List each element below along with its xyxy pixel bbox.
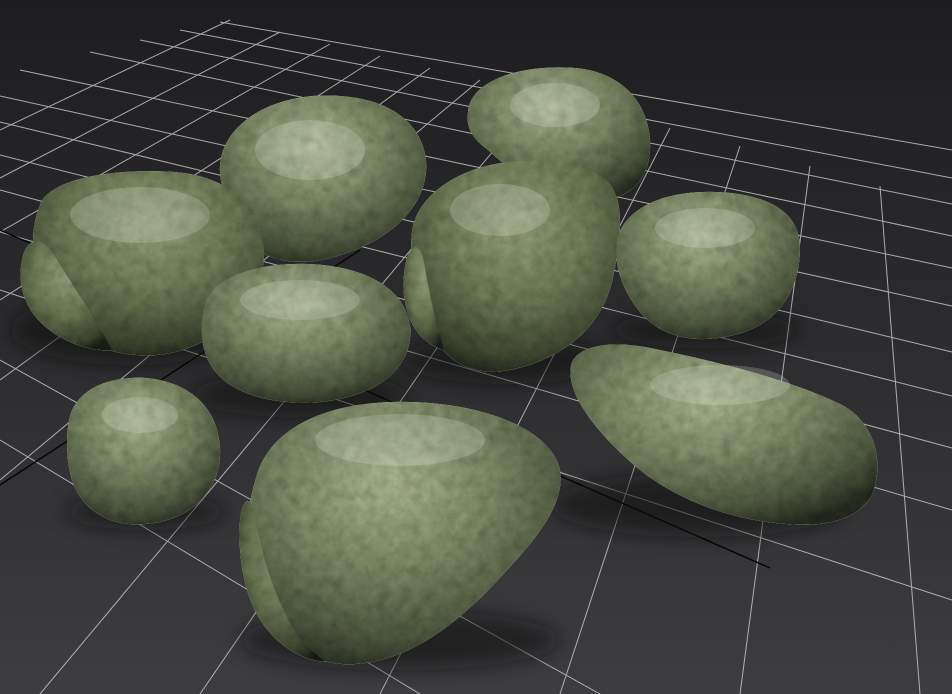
3d-viewport[interactable] xyxy=(0,0,952,694)
viewport-canvas[interactable] xyxy=(0,0,952,694)
